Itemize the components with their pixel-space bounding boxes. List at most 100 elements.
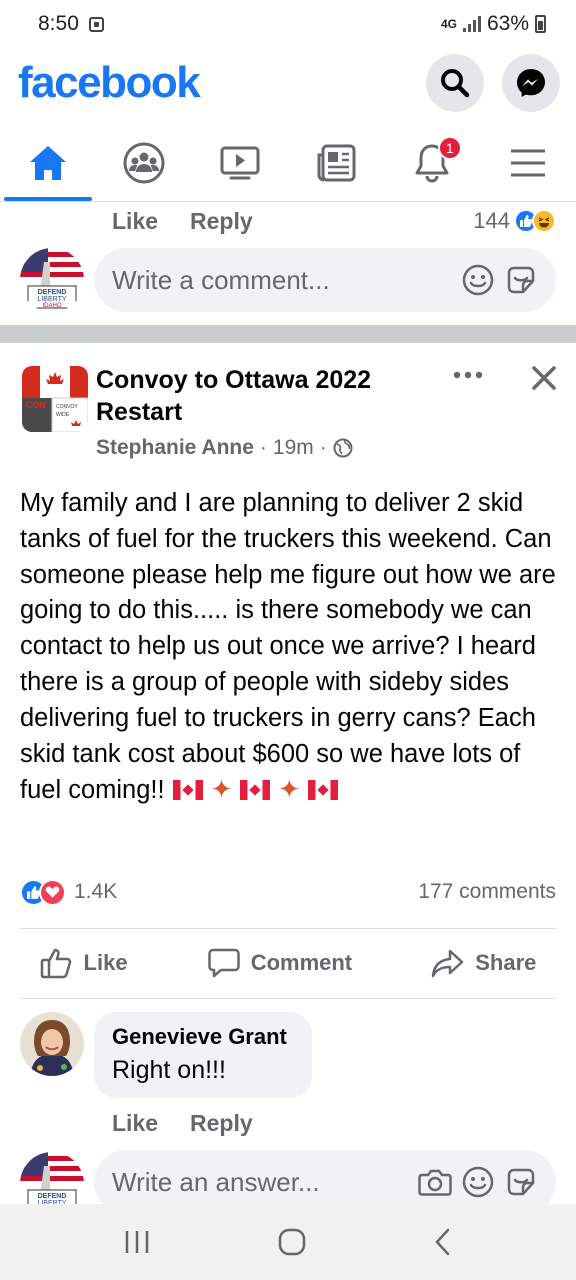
search-icon: [441, 69, 470, 98]
messenger-icon: [517, 69, 545, 97]
post-text: My family and I are planning to deliver …: [20, 489, 556, 805]
app-header: facebook: [0, 48, 576, 118]
tab-notifications[interactable]: 1: [384, 124, 480, 201]
home-button-icon[interactable]: [277, 1227, 307, 1257]
watch-icon: [220, 146, 260, 179]
like-comment-button[interactable]: Like: [112, 208, 158, 235]
back-icon[interactable]: [433, 1227, 453, 1257]
thumbs-up-icon: [40, 948, 71, 979]
news-icon: [317, 144, 356, 181]
status-right: 4G 63%: [441, 12, 546, 36]
comment-input[interactable]: Write a comment...: [94, 248, 556, 312]
groups-icon: [123, 142, 165, 183]
svg-text:CONVOY: CONVOY: [56, 404, 78, 410]
menu-icon: [511, 149, 545, 176]
comment-icon: [207, 948, 240, 978]
signal-icon: [462, 16, 481, 32]
search-button[interactable]: [426, 54, 484, 112]
love-reaction-icon: [39, 878, 66, 906]
genevieve-avatar-image: [20, 1012, 84, 1076]
network-type: 4G: [440, 17, 457, 31]
convoy-group-image: CON CONVOY WIDE: [22, 366, 88, 432]
divider: [20, 998, 556, 999]
post-time[interactable]: 19m: [273, 436, 314, 460]
post-more-button[interactable]: [448, 360, 488, 390]
haha-reaction-icon: [532, 209, 556, 233]
comment-author[interactable]: Genevieve Grant: [112, 1024, 294, 1050]
like-button[interactable]: Like: [40, 947, 128, 979]
meta-separator-2: ·: [319, 436, 327, 459]
comment-count[interactable]: 177 comments: [418, 880, 556, 904]
maple-leaf-icon: ✦: [278, 774, 301, 805]
header-buttons: [426, 54, 560, 112]
recent-apps-icon[interactable]: [123, 1229, 151, 1255]
share-button-label: Share: [475, 950, 537, 975]
reaction-bubbles: [20, 878, 66, 906]
tab-watch[interactable]: [192, 124, 288, 201]
tab-groups[interactable]: [96, 124, 192, 201]
tab-menu[interactable]: [480, 124, 576, 201]
post-action-bar: Like Comment Share: [0, 930, 576, 996]
status-time: 8:50: [38, 12, 79, 35]
canada-flag-icon: [172, 780, 203, 801]
divider: [20, 928, 556, 929]
sticker-icon[interactable]: [504, 263, 538, 297]
emoji-icon[interactable]: [462, 264, 494, 296]
reaction-summary[interactable]: 1.4K: [20, 878, 118, 906]
svg-text:IDAHO: IDAHO: [42, 303, 61, 309]
svg-text:DEFEND: DEFEND: [38, 289, 67, 296]
comment-bubble: Genevieve Grant Right on!!!: [94, 1012, 312, 1098]
post-meta: Stephanie Anne · 19m ·: [96, 436, 353, 460]
comment-reactions[interactable]: 144: [473, 208, 556, 234]
tab-news[interactable]: [288, 124, 384, 201]
comment-text: Right on!!!: [112, 1056, 226, 1084]
meta-separator: ·: [259, 436, 267, 459]
answer-input-placeholder: Write an answer...: [112, 1166, 320, 1197]
canada-flag-icon: [240, 780, 271, 801]
canada-flag-icon: [308, 780, 339, 801]
sticker-icon[interactable]: [504, 1165, 538, 1199]
post-reactions-summary: 1.4K 177 comments: [20, 876, 556, 908]
share-button[interactable]: Share: [431, 948, 536, 978]
main-nav: 1: [0, 124, 576, 202]
post-close-button[interactable]: [524, 360, 564, 396]
answer-input-icons: [418, 1165, 538, 1199]
home-icon: [30, 145, 66, 180]
globe-icon: [333, 438, 353, 458]
post-body: My family and I are planning to deliver …: [20, 486, 560, 809]
like-comment-button[interactable]: Like: [112, 1110, 158, 1137]
comment-button[interactable]: Comment: [207, 947, 352, 979]
svg-text:LIBERTY: LIBERTY: [37, 296, 66, 303]
battery-percent: 63%: [486, 12, 529, 35]
comment-input-placeholder: Write a comment...: [112, 264, 330, 295]
reaction-count: 1.4K: [74, 880, 118, 903]
like-button-label: Like: [83, 950, 128, 975]
battery-icon: [535, 15, 546, 33]
more-icon: [453, 371, 483, 379]
camera-icon[interactable]: [418, 1167, 452, 1197]
post-group-name[interactable]: Convoy to Ottawa 2022 Restart: [96, 364, 436, 428]
post-author[interactable]: Stephanie Anne: [96, 436, 254, 460]
comment-reaction-count: 144: [473, 208, 510, 233]
status-bar: 8:50 4G 63%: [0, 0, 576, 48]
reply-comment-button[interactable]: Reply: [190, 208, 253, 235]
defend-liberty-avatar-image: DEFENDLIBERTYIDAHO: [20, 248, 84, 312]
messenger-button[interactable]: [502, 54, 560, 112]
previous-comment-actions: Like Reply 144: [0, 202, 576, 242]
system-navigation-bar: [0, 1204, 576, 1280]
comment-composer: DEFEND LIBERTY IDAHO Write a comment...: [0, 246, 576, 316]
facebook-logo[interactable]: facebook: [18, 58, 201, 108]
svg-text:DEFEND: DEFEND: [38, 1193, 67, 1200]
notification-app-icon: [88, 16, 104, 32]
reply-comment-button[interactable]: Reply: [190, 1110, 253, 1137]
emoji-icon[interactable]: [462, 1166, 494, 1198]
tab-home[interactable]: [0, 124, 96, 201]
feed-divider: [0, 325, 576, 343]
user-avatar[interactable]: DEFEND LIBERTY IDAHO: [20, 248, 84, 312]
maple-leaf-icon: ✦: [210, 774, 233, 805]
group-avatar[interactable]: CON CONVOY WIDE: [22, 366, 88, 432]
svg-text:WIDE: WIDE: [56, 412, 70, 418]
post-emoji-flags: ✦ ✦: [165, 774, 339, 804]
comment-input-icons: [462, 263, 538, 297]
commenter-avatar[interactable]: [20, 1012, 84, 1076]
